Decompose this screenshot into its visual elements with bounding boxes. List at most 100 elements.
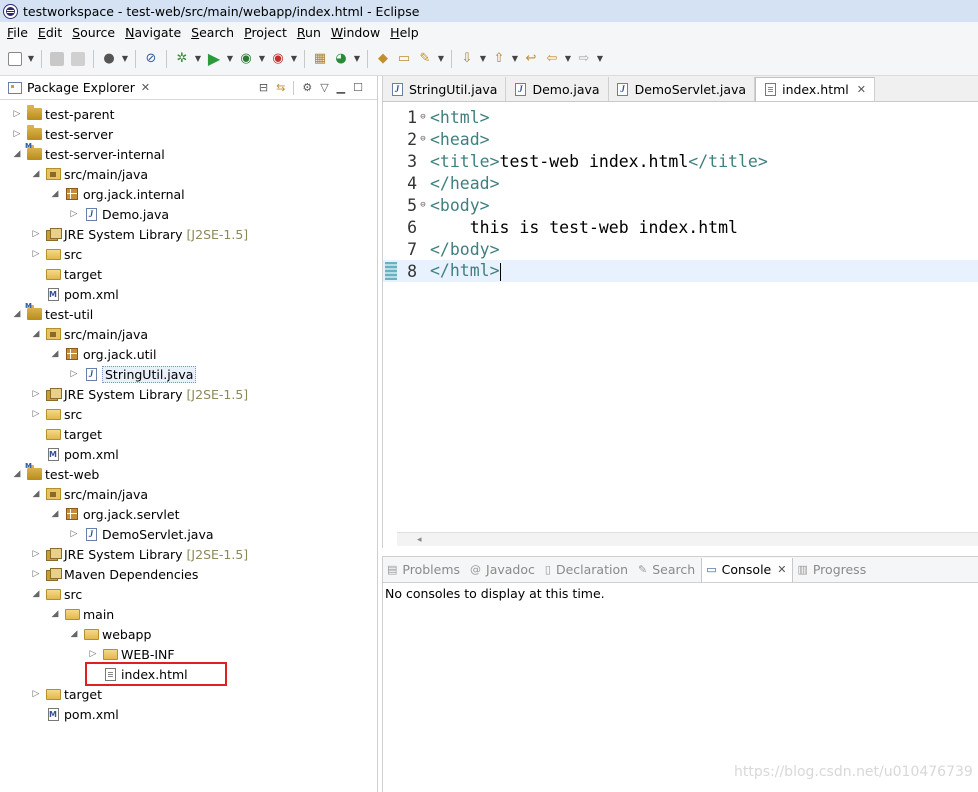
expanded-arrow-icon[interactable]: ◢ [31,589,41,599]
expanded-arrow-icon[interactable]: ◢ [12,149,22,159]
collapsed-arrow-icon[interactable]: ▷ [69,529,79,539]
bottom-tab[interactable]: @ Javadoc [466,558,541,582]
collapsed-arrow-icon[interactable]: ▷ [31,229,41,239]
expanded-arrow-icon[interactable]: ◢ [12,469,22,479]
menu-item[interactable]: Edit [33,25,67,40]
tree-item[interactable]: ◢ src/main/java [31,164,149,184]
menu-item[interactable]: Run [292,25,326,40]
scroll-left-icon[interactable]: ◂ [417,535,422,545]
collapsed-arrow-icon[interactable]: ▷ [69,369,79,379]
coverage-dropdown-icon[interactable]: ▼ [258,50,266,68]
expanded-arrow-icon[interactable]: ◢ [50,609,60,619]
expanded-arrow-icon[interactable]: ◢ [50,509,60,519]
tree-item[interactable]: ◢ src [31,584,83,604]
open-task-icon[interactable]: ▭ [395,50,413,68]
collapsed-arrow-icon[interactable]: ▷ [31,409,41,419]
tree-item[interactable]: target [31,264,102,284]
minimize-icon[interactable]: ▁ [337,81,345,94]
tree-item[interactable]: ▷ WEB-INF [88,644,175,664]
menu-item[interactable]: Search [186,25,239,40]
maximize-icon[interactable]: ☐ [353,81,363,94]
view-menu-icon[interactable]: ▽ [320,81,328,94]
collapsed-arrow-icon[interactable]: ▷ [88,649,98,659]
run-icon[interactable]: ▶ [205,49,223,68]
expanded-arrow-icon[interactable]: ◢ [12,309,22,319]
tree-item[interactable]: ▷ test-server [12,124,113,144]
collapse-all-icon[interactable]: ⊟ [259,81,268,94]
horizontal-scrollbar[interactable]: ◂ [397,532,978,546]
previous-annotation-icon[interactable]: ⇧ [490,50,508,68]
tree-item[interactable]: ▷ test-parent [12,104,115,124]
tree-item[interactable]: ▷ src [31,244,83,264]
menu-item[interactable]: Project [239,25,292,40]
tree-item[interactable]: ▷ target [31,684,102,704]
debug-dropdown-icon[interactable]: ▼ [194,50,202,68]
code-editor[interactable]: 1 ⊖ <html> 2 ⊖ <head> 3 <title>test-web index.h… [383,102,978,532]
tree-item[interactable]: ◢ org.jack.util [50,344,157,364]
tree-item[interactable]: ▷ J Demo.java [69,204,170,224]
tree-item[interactable]: ◢ main [50,604,115,624]
menu-item[interactable]: Window [326,25,385,40]
forward-dropdown-icon[interactable]: ▼ [596,50,604,68]
new-dropdown-icon[interactable]: ▼ [27,50,35,68]
new-class-dropdown-icon[interactable]: ▼ [353,50,361,68]
menu-item[interactable]: Source [67,25,120,40]
next-annotation-icon[interactable]: ⇩ [458,50,476,68]
tree-item[interactable]: ◢ Mtest-web [12,462,100,484]
menu-item[interactable]: Help [385,25,424,40]
filter-icon[interactable]: ⚙ [302,81,312,94]
bottom-tab[interactable]: ✎ Search [634,558,701,582]
debug-icon[interactable]: ✲ [173,50,191,68]
previous-annotation-dropdown-icon[interactable]: ▼ [511,50,519,68]
last-edit-location-icon[interactable]: ↩ [522,50,540,68]
search-toolbar-icon[interactable]: ✎ [416,50,434,68]
collapsed-arrow-icon[interactable]: ▷ [12,109,22,119]
fold-icon[interactable]: ⊖ [417,134,429,144]
editor-tab[interactable]: J StringUtil.java [383,77,507,101]
editor-tab[interactable]: index.html ✕ [755,77,875,101]
package-explorer-tab[interactable]: Package Explorer ✕ ⊟ ⇆ ⚙ ▽ ▁ ☐ [0,76,377,100]
close-icon[interactable]: ✕ [141,81,150,94]
save-icon[interactable] [48,50,66,68]
collapsed-arrow-icon[interactable]: ▷ [31,389,41,399]
tree-item[interactable]: ▷ JRE System Library [J2SE-1.5] [31,544,249,564]
tree-item[interactable]: Mpom.xml [31,444,119,464]
tree-item[interactable]: ◢ Mtest-server-internal [12,142,165,164]
bottom-tab[interactable]: ▯ Declaration [541,558,634,582]
editor-tab[interactable]: J DemoServlet.java [608,77,756,101]
tree-item[interactable]: ▷ src [31,404,83,424]
tree-item[interactable]: ▷ J DemoServlet.java [69,524,214,544]
collapsed-arrow-icon[interactable]: ▷ [69,209,79,219]
perspective-dropdown-icon[interactable]: ▼ [121,50,129,68]
bottom-tab[interactable]: ▤ Problems [383,558,466,582]
bottom-tab[interactable]: ▥ Progress [793,558,872,582]
tree-item[interactable]: ▷ Maven Dependencies [31,564,199,584]
collapsed-arrow-icon[interactable]: ▷ [12,129,22,139]
skip-breakpoints-icon[interactable]: ⊘ [142,50,160,68]
forward-icon[interactable]: ⇨ [575,50,593,68]
menu-item[interactable]: Navigate [120,25,186,40]
new-icon[interactable] [6,50,24,68]
editor-tab[interactable]: J Demo.java [506,77,609,101]
expanded-arrow-icon[interactable]: ◢ [69,629,79,639]
tree-item[interactable]: ◢ src/main/java [31,484,149,504]
external-tools-icon[interactable]: ◉ [269,50,287,68]
collapsed-arrow-icon[interactable]: ▷ [31,689,41,699]
tree-item[interactable]: Mpom.xml [31,704,119,724]
link-with-editor-icon[interactable]: ⇆ [276,81,285,94]
tree-item[interactable]: ▷ J StringUtil.java [69,364,197,384]
tree-item[interactable]: target [31,424,102,444]
tree-item[interactable]: ◢ org.jack.internal [50,184,185,204]
fold-icon[interactable]: ⊖ [417,200,429,210]
fold-icon[interactable]: ⊖ [417,112,429,122]
back-icon[interactable]: ⇦ [543,50,561,68]
new-java-class-icon[interactable]: ◕ [332,50,350,68]
search-dropdown-icon[interactable]: ▼ [437,50,445,68]
tree-item[interactable]: ◢ Mtest-util [12,302,94,324]
new-java-package-icon[interactable]: ▦ [311,50,329,68]
expanded-arrow-icon[interactable]: ◢ [50,189,60,199]
next-annotation-dropdown-icon[interactable]: ▼ [479,50,487,68]
tree-item[interactable]: ◢ org.jack.servlet [50,504,180,524]
tree-item[interactable]: ◢ webapp [69,624,152,644]
save-all-icon[interactable] [69,50,87,68]
